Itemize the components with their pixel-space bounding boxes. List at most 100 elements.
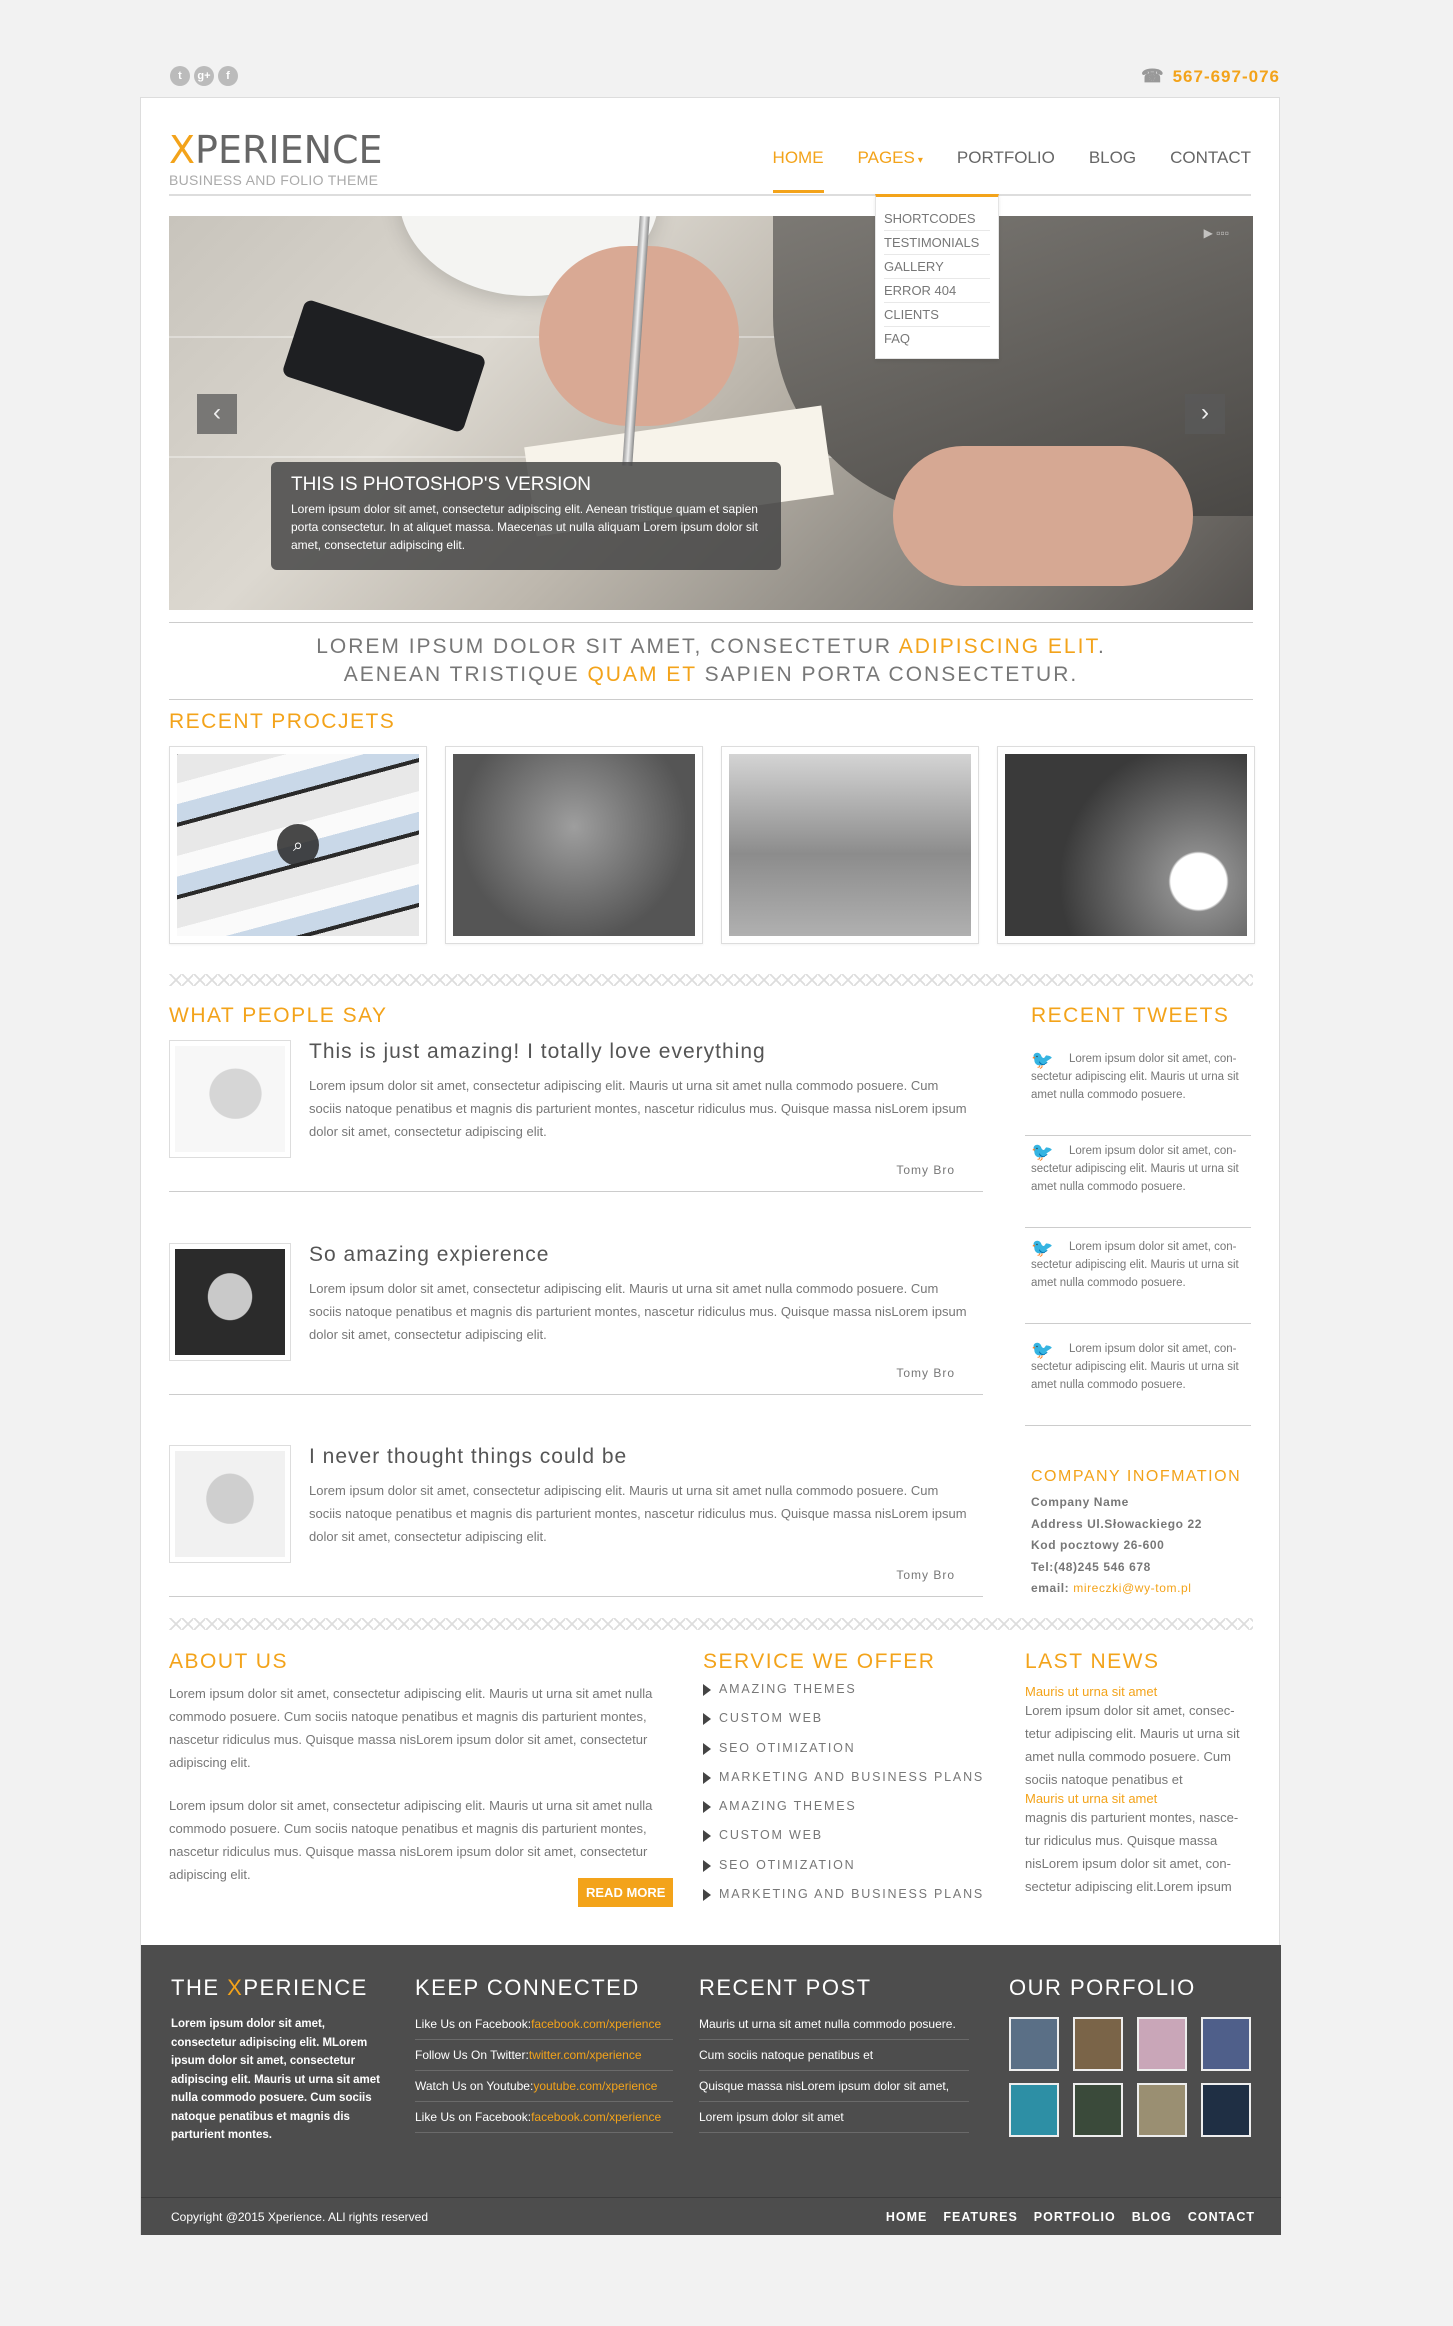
news-text: Lorem ipsum dolor sit amet, consec-tetur… <box>1025 1703 1240 1787</box>
testimonial-title: This is just amazing! I totally love eve… <box>309 1040 766 1063</box>
project-thumb[interactable] <box>721 746 979 944</box>
service-item[interactable]: MARKETING AND BUSINESS PLANS <box>703 1770 984 1799</box>
copyright-bar: Copyright @2015 Xperience. ALl rights re… <box>141 2197 1281 2235</box>
page-container: XPERIENCE BUSINESS AND FOLIO THEME HOME … <box>140 97 1281 2235</box>
news-link[interactable]: Mauris ut urna sit amet <box>1025 1684 1251 1699</box>
about-us: Lorem ipsum dolor sit amet, consectetur … <box>169 1682 675 1886</box>
keep-connected-item[interactable]: Like Us on Facebook:facebook.com/xperien… <box>415 2102 673 2133</box>
search-icon[interactable]: ⌕ <box>277 824 319 866</box>
footer-nav-features[interactable]: FEATURES <box>943 2210 1017 2224</box>
slider-phone <box>281 298 487 434</box>
portfolio-thumb[interactable] <box>1009 2017 1059 2071</box>
service-item[interactable]: SEO OTIMIZATION <box>703 1741 984 1770</box>
recent-post-item[interactable]: Lorem ipsum dolor sit amet <box>699 2102 969 2133</box>
company-postcode: Kod pocztowy 26-600 <box>1031 1538 1165 1552</box>
service-item[interactable]: AMAZING THEMES <box>703 1682 984 1711</box>
project-thumb[interactable]: ⌕ <box>169 746 427 944</box>
nav-home[interactable]: HOME <box>772 148 824 193</box>
facebook-icon[interactable]: f <box>218 66 238 86</box>
nav-blog[interactable]: BLOG <box>1089 148 1136 193</box>
footer-title-keep-connected: KEEP CONNECTED <box>415 1975 640 2000</box>
dropdown-item-testimonials[interactable]: TESTIMONIALS <box>884 231 990 255</box>
tagline: LOREM IPSUM DOLOR SIT AMET, CONSECTETUR … <box>169 622 1253 700</box>
logo-tagline: BUSINESS AND FOLIO THEME <box>169 172 379 188</box>
footer-nav: HOME FEATURES PORTFOLIO BLOG CONTACT <box>886 2210 1255 2224</box>
testimonial-text: Lorem ipsum dolor sit amet, consectetur … <box>309 1281 967 1342</box>
service-item[interactable]: CUSTOM WEB <box>703 1711 984 1740</box>
news-link[interactable]: Mauris ut urna sit amet <box>1025 1791 1251 1806</box>
nav-pages[interactable]: PAGES ▾ <box>858 148 923 193</box>
testimonial: So amazing expierence Lorem ipsum dolor … <box>169 1243 983 1395</box>
dropdown-item-clients[interactable]: CLIENTS <box>884 303 990 327</box>
keep-connected-item[interactable]: Like Us on Facebook:facebook.com/xperien… <box>415 2009 673 2040</box>
portfolio-thumb[interactable] <box>1073 2083 1123 2137</box>
testimonial-text: Lorem ipsum dolor sit amet, consectetur … <box>309 1483 967 1544</box>
portfolio-thumb[interactable] <box>1137 2083 1187 2137</box>
dropdown-item-faq[interactable]: FAQ <box>884 327 990 350</box>
company-email-link[interactable]: mireczki@wy-tom.pl <box>1073 1581 1191 1595</box>
portfolio-thumb[interactable] <box>1201 2083 1251 2137</box>
main-nav: HOME PAGES ▾ PORTFOLIO BLOG CONTACT <box>739 148 1251 193</box>
testimonial: I never thought things could be Lorem ip… <box>169 1445 983 1597</box>
keep-connected-item[interactable]: Follow Us On Twitter:twitter.com/xperien… <box>415 2040 673 2071</box>
recent-post-item[interactable]: Mauris ut urna sit amet nulla commodo po… <box>699 2009 969 2040</box>
footer-title-recent-post: RECENT POST <box>699 1975 872 2000</box>
google-plus-icon[interactable]: g+ <box>194 66 214 86</box>
nav-contact[interactable]: CONTACT <box>1170 148 1251 193</box>
pages-dropdown: SHORTCODES TESTIMONIALS GALLERY ERROR 40… <box>875 194 999 359</box>
slider-caption-title: THIS IS PHOTOSHOP'S VERSION <box>291 474 591 495</box>
recent-post-item[interactable]: Cum sociis natoque penatibus et <box>699 2040 969 2071</box>
section-title-recent-projects: RECENT PROCJETS <box>169 710 396 733</box>
keep-connected-item[interactable]: Watch Us on Youtube:youtube.com/xperienc… <box>415 2071 673 2102</box>
slider-next-button[interactable]: › <box>1185 394 1225 434</box>
dropdown-item-shortcodes[interactable]: SHORTCODES <box>884 207 990 231</box>
chevron-down-icon: ▾ <box>917 155 923 166</box>
about-paragraph: Lorem ipsum dolor sit amet, consectetur … <box>169 1798 653 1882</box>
twitter-icon[interactable]: t <box>170 66 190 86</box>
company-info: COMPANY INOFMATION Company Name Address … <box>1031 1468 1251 1600</box>
portfolio-thumb[interactable] <box>1201 2017 1251 2071</box>
news-text: magnis dis parturient montes, nasce-tur … <box>1025 1810 1239 1894</box>
footer: THE XPERIENCE Lorem ipsum dolor sit amet… <box>141 1945 1281 2235</box>
tweet: 🐦 Lorem ipsum dolor sit amet, con-sectet… <box>1025 1136 1251 1228</box>
portfolio-thumb[interactable] <box>1009 2083 1059 2137</box>
service-item[interactable]: SEO OTIMIZATION <box>703 1858 984 1887</box>
nav-divider <box>169 194 1251 196</box>
footer-nav-home[interactable]: HOME <box>886 2210 928 2224</box>
section-title-about-us: ABOUT US <box>169 1650 288 1673</box>
logo[interactable]: XPERIENCE BUSINESS AND FOLIO THEME <box>169 128 383 188</box>
project-thumb[interactable] <box>445 746 703 944</box>
video-icon[interactable]: ▶ ▫▫▫ <box>1204 226 1229 240</box>
footer-nav-contact[interactable]: CONTACT <box>1188 2210 1255 2224</box>
portfolio-thumb[interactable] <box>1073 2017 1123 2071</box>
copyright-text: Copyright @2015 Xperience. ALl rights re… <box>171 2210 428 2224</box>
projects-grid: ⌕ <box>169 746 1255 944</box>
service-item[interactable]: CUSTOM WEB <box>703 1828 984 1857</box>
company-tel: Tel:(48)245 546 678 <box>1031 1559 1151 1574</box>
hero-slider: ▶ ▫▫▫ ‹ › THIS IS PHOTOSHOP'S VERSION Lo… <box>169 216 1253 610</box>
dropdown-item-gallery[interactable]: GALLERY <box>884 255 990 279</box>
footer-nav-blog[interactable]: BLOG <box>1132 2210 1172 2224</box>
project-image: ⌕ <box>177 754 419 936</box>
testimonial-text: Lorem ipsum dolor sit amet, consectetur … <box>309 1078 967 1139</box>
company-email: email: mireczki@wy-tom.pl <box>1031 1581 1192 1595</box>
recent-post-item[interactable]: Quisque massa nisLorem ipsum dolor sit a… <box>699 2071 969 2102</box>
slider-prev-button[interactable]: ‹ <box>197 394 237 434</box>
company-name: Company Name <box>1031 1495 1129 1509</box>
zigzag-divider <box>169 974 1253 988</box>
service-item[interactable]: AMAZING THEMES <box>703 1799 984 1828</box>
tweet-text: Lorem ipsum dolor sit amet, con-sectetur… <box>1031 1343 1239 1391</box>
dropdown-item-error-404[interactable]: ERROR 404 <box>884 279 990 303</box>
slider-caption: THIS IS PHOTOSHOP'S VERSION Lorem ipsum … <box>271 462 781 570</box>
phone-text: 567-697-076 <box>1172 67 1280 86</box>
service-item[interactable]: MARKETING AND BUSINESS PLANS <box>703 1887 984 1916</box>
portfolio-thumb[interactable] <box>1137 2017 1187 2071</box>
avatar <box>169 1040 291 1158</box>
read-more-button[interactable]: READ MORE <box>578 1878 674 1907</box>
last-news: Mauris ut urna sit amet Lorem ipsum dolo… <box>1025 1684 1251 1898</box>
nav-portfolio[interactable]: PORTFOLIO <box>957 148 1055 193</box>
footer-nav-portfolio[interactable]: PORTFOLIO <box>1034 2210 1116 2224</box>
project-thumb[interactable] <box>997 746 1255 944</box>
phone-icon: ☎ <box>1141 66 1165 86</box>
testimonial: This is just amazing! I totally love eve… <box>169 1040 983 1192</box>
